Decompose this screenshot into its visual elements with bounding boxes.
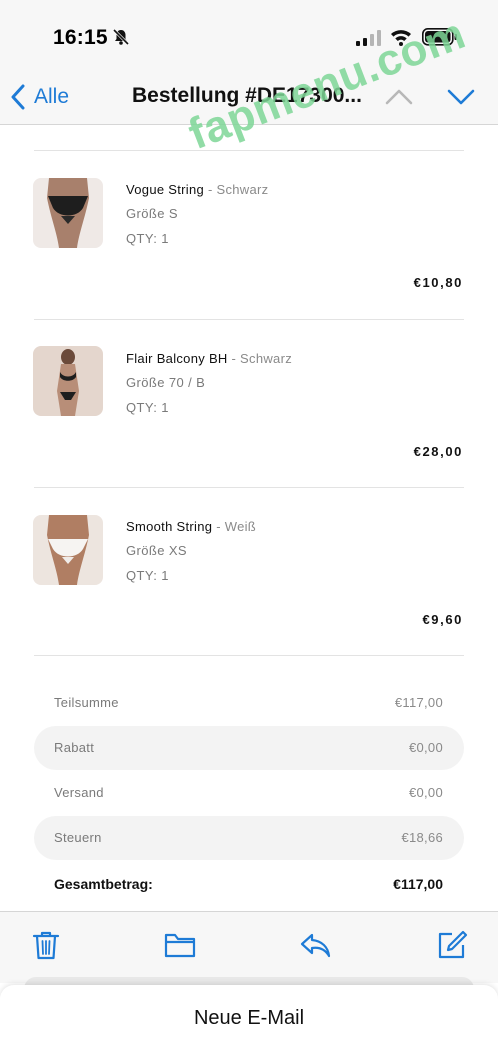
draft-title: Neue E-Mail xyxy=(193,1007,305,1029)
bottom-toolbar xyxy=(0,911,498,983)
summary-row-subtotal: Teilsumme €117,00 xyxy=(34,681,464,725)
back-button[interactable]: Alle xyxy=(10,82,69,112)
reply-icon[interactable] xyxy=(299,929,331,961)
folder-icon[interactable] xyxy=(164,929,196,961)
item-qty: QTY: 1 xyxy=(126,568,169,583)
product-thumbnail[interactable] xyxy=(33,515,103,585)
divider xyxy=(34,655,464,656)
order-item: Vogue String - Schwarz Größe S QTY: 1 €1… xyxy=(0,151,498,319)
trash-icon[interactable] xyxy=(30,929,62,961)
order-item: Smooth String - Weiß Größe XS QTY: 1 €9,… xyxy=(0,488,498,656)
chevron-up-icon[interactable] xyxy=(384,84,414,108)
page-title: Bestellung #DE17300... xyxy=(132,84,362,107)
status-time: 16:15 xyxy=(53,26,108,49)
item-name: Smooth String xyxy=(126,519,213,534)
summary-value: €0,00 xyxy=(408,740,443,755)
item-name: Flair Balcony BH xyxy=(126,351,228,366)
total-value: €117,00 xyxy=(393,876,443,892)
message-body[interactable]: Vogue String - Schwarz Größe S QTY: 1 €1… xyxy=(0,125,498,911)
item-name: Vogue String xyxy=(126,182,205,197)
status-bar: 16:15 xyxy=(0,0,498,70)
chevron-down-icon[interactable] xyxy=(446,84,476,108)
item-variant: - Weiß xyxy=(212,519,257,534)
product-thumbnail[interactable] xyxy=(33,346,103,416)
summary-row-discount: Rabatt €0,00 xyxy=(34,726,464,770)
nav-bar: Alle Bestellung #DE17300... xyxy=(0,70,498,125)
item-size: Größe XS xyxy=(126,543,187,558)
summary-label: Rabatt xyxy=(54,740,95,755)
summary-label: Steuern xyxy=(54,830,102,845)
summary-value: €0,00 xyxy=(408,785,443,800)
item-price: €9,60 xyxy=(422,612,463,627)
chevron-left-icon xyxy=(11,84,25,110)
battery-icon xyxy=(422,28,457,46)
summary-row-tax: Steuern €18,66 xyxy=(34,816,464,860)
item-variant: - Schwarz xyxy=(227,351,293,366)
order-item: Flair Balcony BH - Schwarz Größe 70 / B … xyxy=(0,320,498,488)
back-label: Alle xyxy=(34,85,70,108)
draft-sheet[interactable]: Neue E-Mail xyxy=(0,985,498,1043)
total-label: Gesamtbetrag: xyxy=(54,876,153,892)
product-thumbnail[interactable] xyxy=(33,178,103,248)
item-variant: - Schwarz xyxy=(204,182,269,197)
wifi-icon xyxy=(391,30,411,46)
summary-row-shipping: Versand €0,00 xyxy=(34,771,464,815)
compose-icon[interactable] xyxy=(436,929,468,961)
summary-value: €18,66 xyxy=(401,830,443,845)
item-size: Größe 70 / B xyxy=(126,375,206,390)
summary-label: Teilsumme xyxy=(54,695,119,710)
bell-slash-icon xyxy=(112,28,130,46)
summary-label: Versand xyxy=(54,785,104,800)
signal-icon xyxy=(356,30,381,46)
item-qty: QTY: 1 xyxy=(126,400,169,415)
item-size: Größe S xyxy=(126,206,178,221)
item-qty: QTY: 1 xyxy=(126,231,169,246)
summary-value: €117,00 xyxy=(394,695,443,710)
item-price: €28,00 xyxy=(413,444,463,459)
item-price: €10,80 xyxy=(413,275,463,290)
